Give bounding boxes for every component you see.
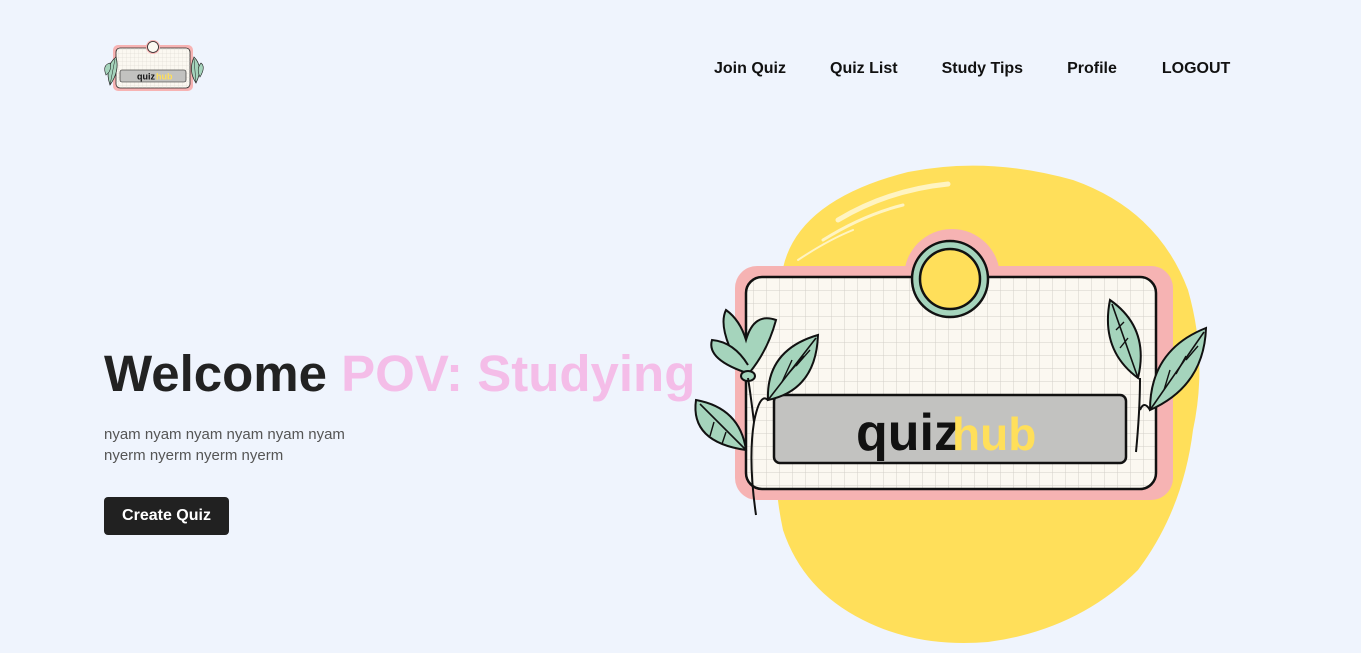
- hero-description-line-1: nyam nyam nyam nyam nyam nyam: [104, 426, 345, 443]
- leaf-icon: [191, 56, 204, 84]
- nav-logout[interactable]: LOGOUT: [1162, 59, 1230, 79]
- hero-description: nyam nyam nyam nyam nyam nyam nyerm nyerm…: [104, 424, 384, 466]
- nav-quiz-list[interactable]: Quiz List: [830, 59, 898, 79]
- logo-word-hub: hub: [156, 72, 173, 82]
- hero-title: Welcome POV: Studying: [104, 344, 695, 404]
- nav-join-quiz[interactable]: Join Quiz: [714, 59, 786, 79]
- illustration-word-hub: hub: [952, 408, 1036, 460]
- nav-profile[interactable]: Profile: [1067, 59, 1117, 79]
- hero-title-main: Welcome: [104, 345, 327, 402]
- hero-illustration: quiz hub: [694, 165, 1208, 644]
- create-quiz-button[interactable]: Create Quiz: [104, 497, 229, 535]
- hero-description-line-2: nyerm nyerm nyerm nyerm: [104, 447, 284, 464]
- quizhub-logo[interactable]: quiz hub: [102, 37, 206, 97]
- hero-title-accent: POV: Studying: [341, 345, 696, 402]
- main-nav: Join Quiz Quiz List Study Tips Profile L…: [714, 59, 1230, 79]
- nav-study-tips[interactable]: Study Tips: [942, 59, 1024, 79]
- logo-word-quiz: quiz: [137, 72, 155, 82]
- illustration-word-quiz: quiz: [856, 404, 960, 462]
